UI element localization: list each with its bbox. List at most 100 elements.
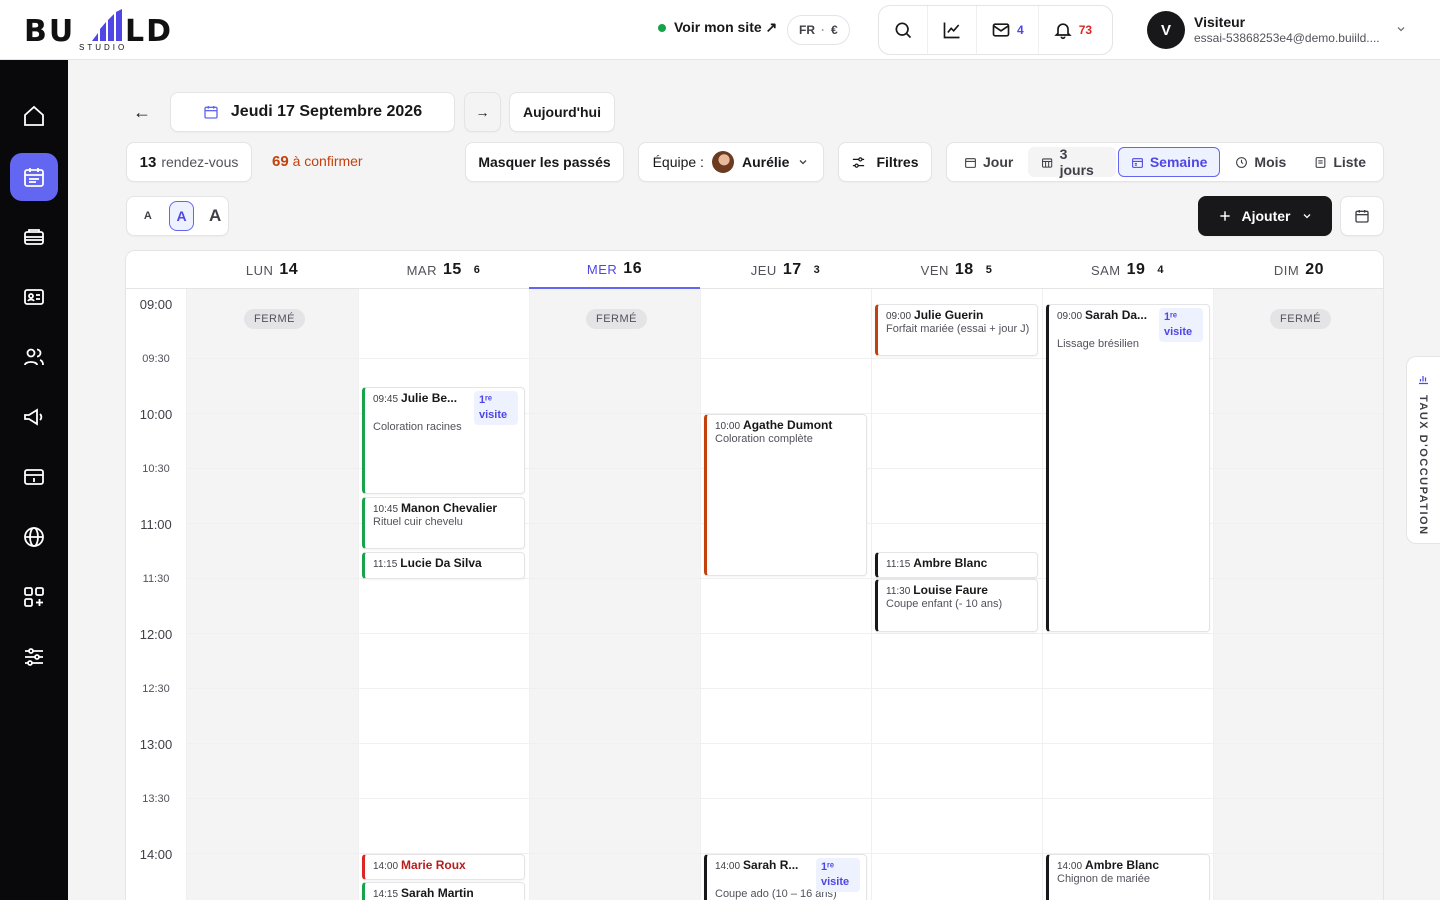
appointments-number: 13 [139, 153, 157, 171]
day-number: 16 [623, 260, 643, 277]
day-column-tue[interactable] [358, 289, 529, 900]
search-button[interactable] [879, 6, 928, 54]
sidebar-item-calendar[interactable] [10, 153, 58, 201]
view-week-button[interactable]: Semaine [1117, 147, 1221, 177]
appointment-card[interactable]: 09:00 Sarah Da... 1ʳᵉ visite Lissage brés… [1046, 304, 1210, 632]
filters-button[interactable]: Filtres [838, 142, 932, 182]
first-visit-badge: 1ʳᵉ visite [1159, 308, 1203, 342]
client-name: Julie Be... [401, 391, 458, 405]
sidebar-item-home[interactable] [10, 92, 58, 140]
day-header-wed[interactable]: MER 16 [529, 251, 700, 289]
previous-button[interactable]: ← [130, 100, 154, 124]
time-label: 09:30 [142, 353, 170, 365]
brand-logo[interactable]: BU LD STUDIO [24, 8, 184, 54]
globe-icon [24, 527, 44, 547]
day-header-thu[interactable]: JEU 17 3 [700, 251, 871, 289]
sidebar-item-settings[interactable] [10, 633, 58, 681]
mini-calendar-button[interactable] [1340, 196, 1384, 236]
view-day-button[interactable]: Jour [951, 147, 1026, 177]
to-confirm-link[interactable]: 69 à confirmer [272, 153, 363, 170]
language-currency-selector[interactable]: FR · € [787, 15, 850, 45]
sidebar-item-payments[interactable] [10, 453, 58, 501]
time-label: 12:00 [139, 627, 173, 642]
day-name: DIM [1273, 262, 1300, 278]
day-header-sat[interactable]: SAM 19 4 [1042, 251, 1213, 289]
closed-badge: FERMÉ [1270, 309, 1331, 329]
day-header-mon[interactable]: LUN 14 [186, 251, 358, 289]
day-header-tue[interactable]: MAR 15 6 [358, 251, 529, 289]
day-column-mon[interactable] [186, 289, 358, 900]
separator-dot: · [821, 23, 825, 37]
appointment-time: 11:30 [886, 586, 911, 597]
closed-badge: FERMÉ [586, 309, 647, 329]
notifications-button[interactable]: 73 [1039, 6, 1106, 54]
view-switcher: Jour 3 jours Semaine Mois Liste [946, 142, 1384, 182]
appointment-title: 09:00 Sarah Da... [1057, 308, 1157, 322]
appointment-title: 09:45 Julie Be... [373, 391, 473, 405]
hide-past-button[interactable]: Masquer les passés [465, 142, 624, 182]
day-column-wed[interactable] [529, 289, 700, 900]
view-month-button[interactable]: Mois [1222, 147, 1299, 177]
stats-button[interactable] [928, 6, 977, 54]
current-date-label: Jeudi 17 Septembre 2026 [230, 103, 423, 120]
occupancy-tab[interactable]: TAUX D'OCCUPATION [1406, 356, 1440, 544]
add-button[interactable]: Ajouter [1198, 196, 1332, 236]
time-label: 11:30 [142, 573, 170, 585]
mail-icon [992, 23, 1010, 37]
filter-sliders-icon [853, 156, 865, 168]
team-selector[interactable]: Équipe : Aurélie [638, 142, 824, 182]
sidebar-item-team[interactable] [10, 333, 58, 381]
sidebar-item-clients[interactable] [10, 273, 58, 321]
appointment-card[interactable]: 10:00 Agathe Dumont Coloration complète [704, 414, 867, 576]
day-number: 14 [279, 261, 299, 278]
day-count: 6 [473, 264, 481, 276]
client-name: Louise Faure [913, 583, 988, 597]
font-size-large[interactable]: A [202, 201, 228, 231]
day-header-sun[interactable]: DIM 20 [1213, 251, 1383, 289]
font-size-medium[interactable]: A [168, 201, 195, 231]
day-count: 5 [985, 264, 993, 276]
sidebar-item-marketing[interactable] [10, 393, 58, 441]
appointment-time: 10:00 [715, 421, 741, 432]
day-column-thu[interactable] [700, 289, 871, 900]
appointment-card[interactable]: 10:45 Manon Chevalier Rituel cuir chevelu [362, 497, 525, 549]
appointment-card[interactable]: 11:30 Louise Faure Coupe enfant (- 10 ans… [875, 579, 1038, 632]
date-picker-button[interactable]: Jeudi 17 Septembre 2026 [170, 92, 455, 132]
appointment-card[interactable]: 14:00 Ambre Blanc Chignon de mariée [1046, 854, 1210, 900]
font-size-selector: A A A [126, 196, 229, 236]
today-button[interactable]: Aujourd'hui [509, 92, 615, 132]
appointment-title: 14:00 Marie Roux [373, 858, 516, 872]
to-confirm-label: à confirmer [292, 153, 363, 169]
appointment-card[interactable]: 11:15 Lucie Da Silva [362, 552, 525, 579]
appointments-label: rendez-vous [161, 154, 239, 170]
appointment-card[interactable]: 11:15 Ambre Blanc [875, 552, 1038, 578]
messages-button[interactable]: 4 [977, 6, 1039, 54]
sidebar-item-services[interactable] [10, 213, 58, 261]
appointment-card[interactable]: 14:00 Marie Roux [362, 854, 525, 880]
occupancy-tab-label: TAUX D'OCCUPATION [1417, 395, 1429, 536]
megaphone-icon [24, 408, 43, 426]
day-header-fri[interactable]: VEN 18 5 [871, 251, 1042, 289]
view-three-days-button[interactable]: 3 jours [1028, 146, 1116, 178]
appointment-card[interactable]: 14:00 Sarah R... 1ʳᵉ visite Coupe ado (10… [704, 854, 867, 900]
appointment-card[interactable]: 09:45 Julie Be... 1ʳᵉ visite Coloration r… [362, 387, 525, 494]
bell-icon [1054, 23, 1072, 40]
user-email: essai-53868253e4@demo.buiild.... [1194, 31, 1380, 45]
day-count: 4 [1157, 264, 1165, 276]
sidebar-item-apps[interactable] [10, 573, 58, 621]
grid-line [186, 688, 1383, 689]
day-column-sun[interactable] [1213, 289, 1383, 900]
view-site-link[interactable]: Voir mon site ↗ [658, 19, 777, 36]
sidebar-item-website[interactable] [10, 513, 58, 561]
appointment-title: 10:00 Agathe Dumont [715, 418, 858, 432]
appointment-card[interactable]: 14:15 Sarah Martin [362, 882, 525, 900]
user-menu[interactable]: V Visiteur essai-53868253e4@demo.buiild.… [1147, 11, 1417, 49]
font-size-small[interactable]: A [135, 201, 161, 231]
calendar-day-icon [965, 157, 976, 168]
closed-badge: FERMÉ [244, 309, 305, 329]
day-name: MAR [406, 262, 437, 278]
appointment-card[interactable]: 09:00 Julie Guerin Forfait mariée (essai … [875, 304, 1038, 356]
view-list-button[interactable]: Liste [1301, 147, 1379, 177]
day-number: 19 [1126, 261, 1146, 278]
next-button[interactable]: → [464, 92, 501, 132]
